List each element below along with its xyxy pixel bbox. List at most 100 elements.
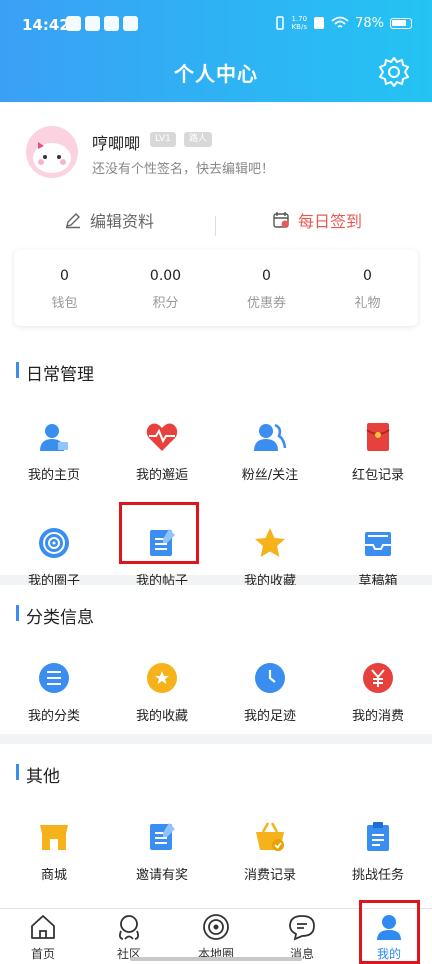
menu-my-encounters[interactable]: 我的邂逅	[108, 420, 216, 490]
local-circle-icon	[203, 914, 229, 940]
tab-home[interactable]: 首页	[0, 909, 86, 964]
clock-icon	[255, 663, 285, 693]
home-icon	[31, 915, 55, 939]
menu-label: 我的收藏	[135, 709, 188, 724]
stat-coupons[interactable]: 0 优惠券	[216, 250, 317, 326]
stat-label: 积分	[152, 296, 179, 311]
heart-pulse-icon	[146, 423, 178, 451]
yuan-icon	[363, 663, 393, 693]
stat-label: 礼物	[354, 296, 381, 311]
menu-my-spending[interactable]: 我的消费	[324, 661, 432, 731]
stat-label: 优惠券	[246, 296, 286, 311]
profile-actions: 编辑资料 每日签到	[0, 208, 432, 242]
avatar[interactable]	[26, 126, 78, 178]
edit-profile-label: 编辑资料	[90, 212, 155, 231]
stat-value: 0	[262, 268, 271, 284]
community-icon	[118, 915, 140, 940]
signature: 还没有个性签名，快去编辑吧！	[92, 162, 275, 177]
menu-label: 消费记录	[243, 868, 296, 883]
stat-gifts[interactable]: 0 礼物	[317, 250, 418, 326]
stat-label: 钱包	[51, 296, 78, 311]
selection-highlight	[119, 502, 199, 564]
mail-icon	[104, 16, 119, 31]
stat-wallet[interactable]: 0 钱包	[14, 250, 115, 326]
page-title: 个人中心	[174, 62, 258, 86]
category-section: 分类信息 我的分类 我的收藏 我的足迹 我的消费	[0, 585, 432, 734]
daily-checkin-label: 每日签到	[298, 212, 363, 231]
tab-label: 首页	[30, 947, 55, 961]
notification-icons	[66, 16, 138, 31]
menu-label: 红包记录	[351, 468, 404, 483]
red-packet-icon	[366, 423, 390, 451]
list-circle-icon	[39, 663, 69, 693]
menu-my-homepage[interactable]: 我的主页	[0, 420, 108, 490]
menu-fans-follow[interactable]: 粉丝/关注	[216, 420, 324, 490]
battery-percent: 78%	[355, 15, 384, 31]
battery-icon	[390, 17, 412, 29]
avatar-face-icon	[33, 142, 71, 173]
stat-value: 0	[363, 268, 372, 284]
users-icon	[254, 423, 287, 451]
role-badge: 路人	[184, 132, 213, 147]
pinwheel-icon	[123, 16, 138, 31]
menu-category-favorites[interactable]: 我的收藏	[108, 661, 216, 731]
menu-challenge-tasks[interactable]: 挑战任务	[324, 820, 432, 890]
menu-label: 粉丝/关注	[241, 468, 299, 483]
menu-invite-rewards[interactable]: 邀请有奖	[108, 820, 216, 890]
action-divider	[215, 216, 216, 236]
clipboard-icon	[367, 822, 389, 851]
app-icon	[85, 16, 100, 31]
stat-points[interactable]: 0.00 积分	[115, 250, 216, 326]
tiktok-icon	[66, 16, 81, 31]
menu-label: 我的足迹	[243, 709, 296, 724]
menu-spending-records[interactable]: 消费记录	[216, 820, 324, 890]
menu-label: 商城	[40, 868, 67, 883]
menu-label: 我的邂逅	[135, 468, 188, 483]
menu-my-footprints[interactable]: 我的足迹	[216, 661, 324, 731]
section-title-category: 分类信息	[16, 603, 94, 628]
menu-label: 邀请有奖	[135, 868, 188, 883]
tab-selection-highlight	[359, 900, 420, 964]
wifi-icon	[331, 16, 349, 28]
status-time: 14:42	[22, 16, 70, 34]
store-icon	[40, 825, 68, 850]
other-section: 其他 商城 邀请有奖 消费记录 挑战任务	[0, 744, 432, 908]
user-card-icon	[40, 424, 68, 451]
menu-my-categories[interactable]: 我的分类	[0, 661, 108, 731]
stat-value: 0.00	[149, 268, 182, 284]
star-icon	[255, 528, 285, 557]
stat-value: 0	[60, 268, 69, 284]
username: 哼唧唧	[92, 134, 141, 153]
menu-label: 挑战任务	[351, 868, 404, 883]
calendar-icon	[273, 212, 289, 228]
menu-red-packet-records[interactable]: 红包记录	[324, 420, 432, 490]
chat-icon	[289, 915, 315, 941]
section-title-other: 其他	[16, 762, 60, 787]
menu-label: 我的主页	[27, 468, 80, 483]
inbox-icon	[365, 528, 391, 556]
tab-local-circle[interactable]: 本地圈	[173, 909, 259, 964]
pencil-icon	[66, 213, 80, 229]
net-speed: 1.70 KB/s	[291, 15, 308, 31]
level-badge: LV1	[150, 132, 176, 147]
app-header: 14:42 1.70 KB/s 78% 个人中心	[0, 0, 432, 102]
menu-label: 我的消费	[351, 709, 404, 724]
vibrate-icon	[275, 16, 284, 30]
stats-card: 0 钱包 0.00 积分 0 优惠券 0 礼物	[14, 250, 418, 326]
gear-icon[interactable]	[378, 56, 410, 88]
menu-shop[interactable]: 商城	[0, 820, 108, 890]
sim-icon	[314, 17, 325, 29]
target-circle-icon	[39, 528, 69, 558]
tab-messages[interactable]: 消息	[259, 909, 345, 964]
star-folder-icon	[147, 663, 177, 693]
edit-profile-button[interactable]: 编辑资料	[64, 208, 154, 232]
tab-community[interactable]: 社区	[86, 909, 172, 964]
home-indicator	[130, 957, 302, 961]
profile-section: 哼唧唧 LV1 路人 还没有个性签名，快去编辑吧！ 编辑资料 每日签到 0 钱包…	[0, 102, 432, 589]
daily-checkin-button[interactable]: 每日签到	[272, 208, 362, 232]
section-title-daily: 日常管理	[16, 360, 94, 385]
menu-label: 我的分类	[27, 709, 80, 724]
status-bar: 14:42 1.70 KB/s 78%	[0, 0, 432, 50]
invite-edit-icon	[150, 823, 175, 850]
status-right: 1.70 KB/s 78%	[274, 15, 412, 31]
